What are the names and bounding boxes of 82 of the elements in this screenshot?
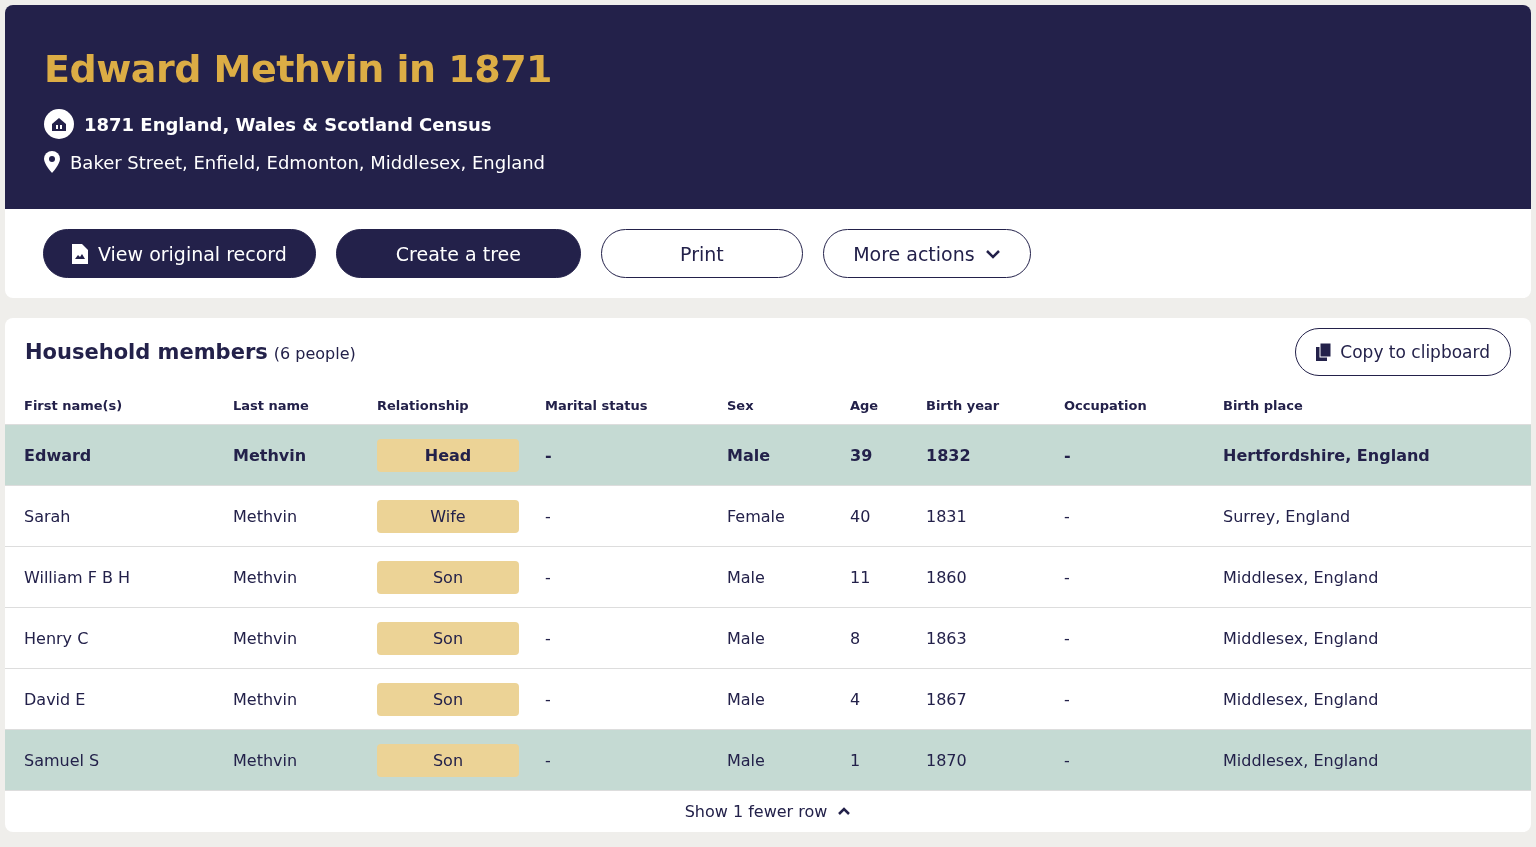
table-cell-text: Henry C [24,628,90,648]
table-cell-text: Methvin [233,689,299,709]
relationship-tag: Son [377,621,519,655]
chevron-up-icon [837,807,852,816]
column-header: Relationship [377,397,470,413]
show-fewer-toggle[interactable]: Show 1 fewer row [678,801,858,822]
copy-button[interactable]: Copy to clipboard [1295,328,1511,376]
chevron-down-icon [984,248,1001,259]
collection-name: 1871 England, Wales & Scotland Census [84,113,492,135]
table-cell-text: 40 [850,506,872,526]
table-cell-text: Methvin [233,567,299,587]
column-header: Birth place [1223,397,1304,413]
relationship-tag: Head [377,438,519,472]
relationship-tag: Son [377,743,519,777]
column-header: First name(s) [24,397,124,413]
table-cell-text: - [1064,445,1072,465]
table-cell-text: - [1064,567,1071,587]
table-cell-text: - [545,506,552,526]
table-row[interactable]: Edward Methvin Head - Male 39 1832 - Hertfordshire, England [5,424,1531,485]
table-cell-text: Male [727,567,766,587]
column-header: Last name [233,397,310,413]
table-cell-text: - [545,567,552,587]
table-cell-text: David E [24,689,87,709]
column-header: Occupation [1064,397,1148,413]
address: Baker Street, Enfield, Edmonton, Middlesex, England [70,151,545,173]
table-cell-text: - [1064,628,1071,648]
relationship-tag: Son [377,560,519,594]
relationship-tag: Son [377,682,519,716]
table-cell-text: Hertfordshire, England [1223,445,1431,465]
action-button[interactable]: View original record [43,229,316,278]
table-cell-text: Middlesex, England [1223,567,1380,587]
table-cell-text: Middlesex, England [1223,750,1380,770]
copy-icon [1316,343,1333,361]
document-icon [72,243,88,264]
table-cell-text: 1831 [926,506,968,526]
section-title: Household members [25,340,268,364]
table-cell-text: 4 [850,689,862,709]
table-cell-text: - [545,750,552,770]
table-cell-text: 1860 [926,567,968,587]
table-cell-text: 11 [850,567,872,587]
table-cell-text: Methvin [233,628,299,648]
table-cell-text: - [545,689,552,709]
relationship-tag: Wife [377,499,519,533]
table-cell-text: Male [727,445,772,465]
column-header: Birth year [926,397,1001,413]
table-cell-text: Middlesex, England [1223,689,1380,709]
table-cell-text: 39 [850,445,874,465]
column-header: Marital status [545,397,649,413]
house-icon [44,109,74,139]
table-cell-text: 1832 [926,445,972,465]
table-cell-text: 1867 [926,689,968,709]
table-cell-text: Methvin [233,506,299,526]
table-cell-text: 8 [850,628,862,648]
column-header: Age [850,397,880,413]
table-cell-text: Male [727,750,766,770]
action-button[interactable]: Print [600,229,803,278]
table-cell-text: - [1064,689,1071,709]
page-title: Edward Methvin in 1871 [44,47,554,91]
table-cell-text: 1863 [926,628,968,648]
map-pin-icon [44,151,60,173]
table-cell-text: Female [727,506,786,526]
table-cell-text: William F B H [24,567,132,587]
table-cell-text: - [1064,506,1071,526]
table-cell-text: Male [727,689,766,709]
table-row[interactable]: Samuel S Methvin Son - Male 1 1870 - Middlesex, England [5,729,1531,790]
table-cell-text: - [545,628,552,648]
dropdown-button[interactable]: More actions [822,229,1031,278]
action-button[interactable]: Create a tree [335,229,581,278]
table-cell-text: Surrey, England [1223,506,1352,526]
table-cell-text: Sarah [24,506,72,526]
table-cell-text: 1 [850,750,862,770]
table-cell-text: - [1064,750,1071,770]
table-cell-text: Middlesex, England [1223,628,1380,648]
table-cell-text: Male [727,628,766,648]
table-cell-text: Edward [24,445,93,465]
table-cell-text: 1870 [926,750,968,770]
people-count: (6 people) [273,344,356,363]
table-cell-text: - [545,445,553,465]
table-cell-text: Samuel S [24,750,101,770]
table-cell-text: Methvin [233,750,299,770]
table-cell-text: Methvin [233,445,308,465]
column-header: Sex [727,397,755,413]
